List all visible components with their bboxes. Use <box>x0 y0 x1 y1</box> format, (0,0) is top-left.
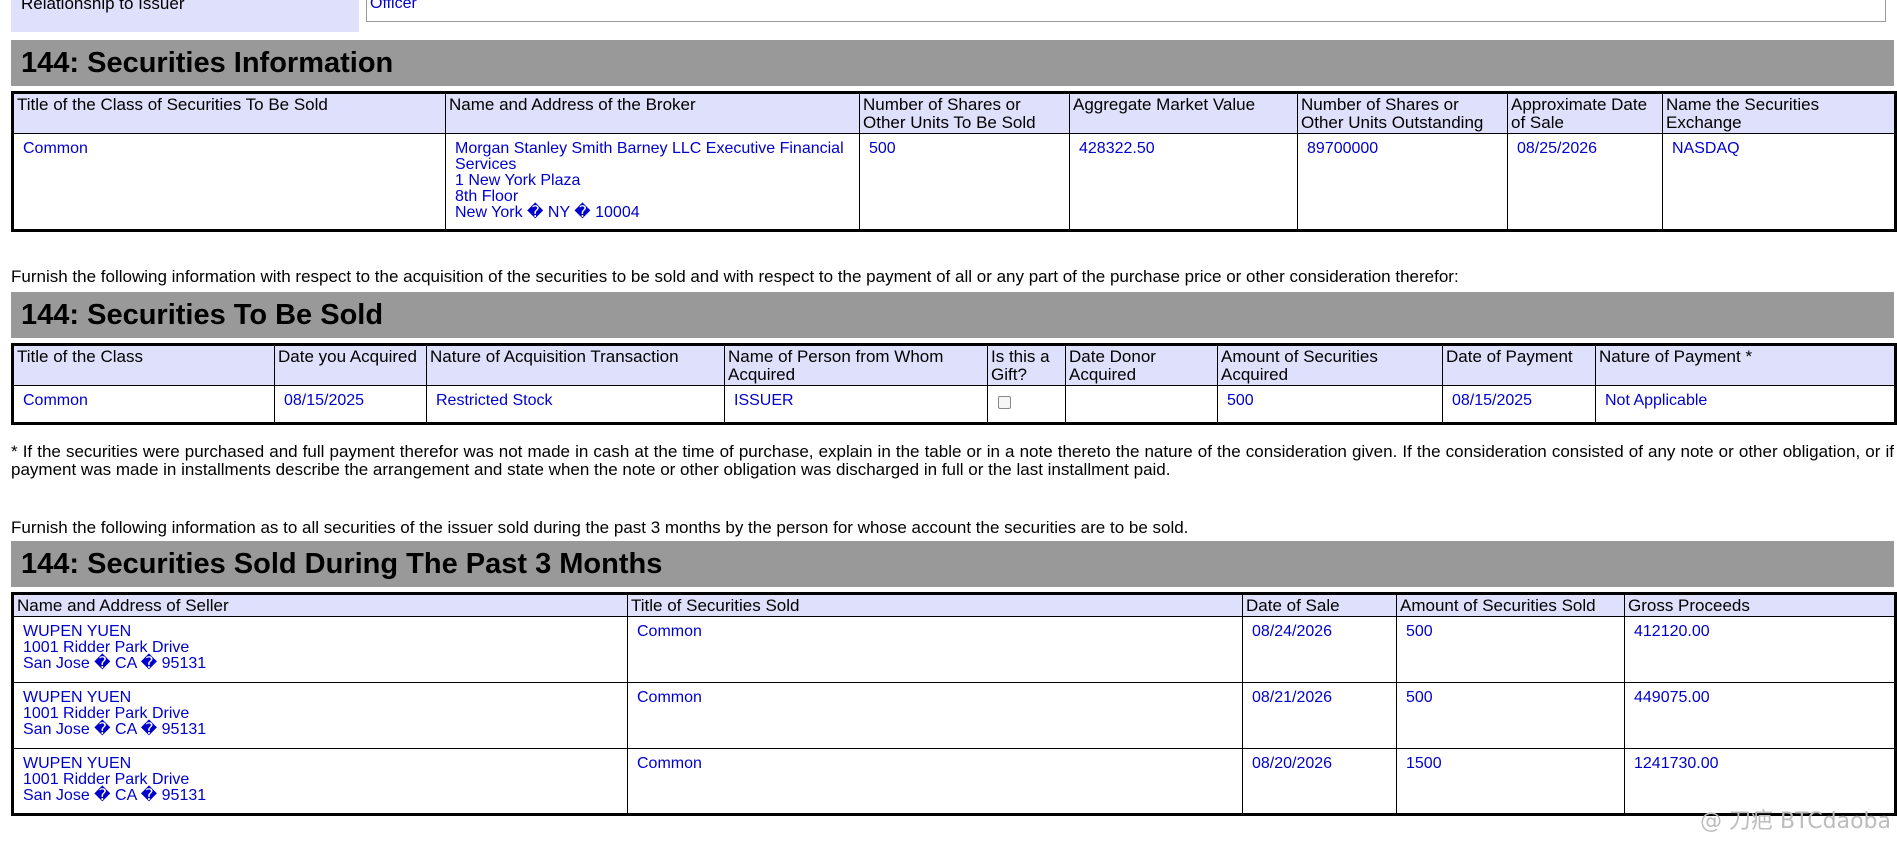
seller-address-line: 1001 Ridder Park Drive <box>23 639 190 656</box>
sale-date-cell: 08/25/2026 <box>1507 133 1663 231</box>
sale-date-cell: 08/21/2026 <box>1242 682 1397 749</box>
column-header: Aggregate Market Value <box>1069 92 1298 134</box>
shares-cell: 500 <box>859 133 1070 231</box>
column-header: Name and Address of the Broker <box>445 92 860 134</box>
title-cell: Common <box>627 748 1243 815</box>
column-header: Amount of Securities Acquired <box>1217 344 1443 386</box>
table-row: WUPEN YUEN 1001 Ridder Park Drive San Jo… <box>12 616 1896 683</box>
securities-information-heading: 144: Securities Information <box>11 40 1894 86</box>
column-header: Nature of Acquisition Transaction <box>426 344 725 386</box>
broker-cell: Morgan Stanley Smith Barney LLC Executiv… <box>445 133 860 231</box>
securities-sold-past-3-months-table: Name and Address of Seller Title of Secu… <box>11 592 1897 816</box>
column-header: Date of Sale <box>1242 593 1397 617</box>
amount-cell: 500 <box>1396 616 1625 683</box>
securities-to-be-sold-table: Title of the Class Date you Acquired Nat… <box>11 343 1897 425</box>
column-header: Title of Securities Sold <box>627 593 1243 617</box>
broker-address-line: New York � NY � 10004 <box>455 204 640 221</box>
column-header: Number of Shares or Other Units Outstand… <box>1297 92 1508 134</box>
amount-cell: 500 <box>1396 682 1625 749</box>
outstanding-cell: 89700000 <box>1297 133 1508 231</box>
column-header: Date of Payment <box>1442 344 1596 386</box>
column-header: Date you Acquired <box>274 344 427 386</box>
table-row: Common Morgan Stanley Smith Barney LLC E… <box>12 133 1896 231</box>
securities-information-table: Title of the Class of Securities To Be S… <box>11 91 1897 232</box>
securities-to-be-sold-heading: 144: Securities To Be Sold <box>11 292 1894 338</box>
column-header: Is this a Gift? <box>987 344 1066 386</box>
column-header: Date Donor Acquired <box>1065 344 1218 386</box>
seller-address-line: San Jose � CA � 95131 <box>23 787 207 804</box>
broker-address-line: 1 New York Plaza <box>455 172 581 189</box>
column-header: Number of Shares or Other Units To Be So… <box>859 92 1070 134</box>
relationship-label: Relationship to Issuer <box>11 0 359 32</box>
seller-address-line: 1001 Ridder Park Drive <box>23 705 190 722</box>
column-header: Name and Address of Seller <box>12 593 628 617</box>
date-acquired-cell: 08/15/2025 <box>274 385 427 424</box>
table-header-row: Name and Address of Seller Title of Secu… <box>12 593 1896 617</box>
watermark-text: @ 刀疤 BTCdaoba <box>1700 809 1891 834</box>
nature-cell: Restricted Stock <box>426 385 725 424</box>
payment-date-cell: 08/15/2025 <box>1442 385 1596 424</box>
seller-cell: WUPEN YUEN 1001 Ridder Park Drive San Jo… <box>12 682 628 749</box>
proceeds-cell: 449075.00 <box>1624 682 1896 749</box>
title-cell: Common <box>627 616 1243 683</box>
table-header-row: Title of the Class of Securities To Be S… <box>12 92 1896 134</box>
seller-cell: WUPEN YUEN 1001 Ridder Park Drive San Jo… <box>12 748 628 815</box>
payment-nature-cell: Not Applicable <box>1595 385 1896 424</box>
proceeds-cell: 412120.00 <box>1624 616 1896 683</box>
column-header: Amount of Securities Sold <box>1396 593 1625 617</box>
table-row: Common 08/15/2025 Restricted Stock ISSUE… <box>12 385 1896 424</box>
seller-address-line: 1001 Ridder Park Drive <box>23 771 190 788</box>
column-header: Nature of Payment * <box>1595 344 1896 386</box>
donor-date-cell <box>1065 385 1218 424</box>
securities-sold-past-3-months-heading: 144: Securities Sold During The Past 3 M… <box>11 541 1894 587</box>
class-cell: Common <box>12 385 275 424</box>
broker-name: Morgan Stanley Smith Barney LLC Executiv… <box>455 140 844 173</box>
column-header: Gross Proceeds <box>1624 593 1896 617</box>
column-header: Title of the Class of Securities To Be S… <box>12 92 446 134</box>
seller-cell: WUPEN YUEN 1001 Ridder Park Drive San Jo… <box>12 616 628 683</box>
title-cell: Common <box>627 682 1243 749</box>
sale-date-cell: 08/20/2026 <box>1242 748 1397 815</box>
class-cell: Common <box>12 133 446 231</box>
table-row: WUPEN YUEN 1001 Ridder Park Drive San Jo… <box>12 748 1896 815</box>
footnote-text: * If the securities were purchased and f… <box>11 442 1894 479</box>
gift-checkbox[interactable] <box>998 396 1011 409</box>
column-header: Name the Securities Exchange <box>1662 92 1896 134</box>
relationship-value: Officer <box>366 0 1886 22</box>
person-cell: ISSUER <box>724 385 988 424</box>
seller-name: WUPEN YUEN <box>23 689 132 706</box>
column-header: Name of Person from Whom Acquired <box>724 344 988 386</box>
table-row: WUPEN YUEN 1001 Ridder Park Drive San Jo… <box>12 682 1896 749</box>
relationship-row: Relationship to Issuer Officer <box>11 0 1894 32</box>
amount-cell: 500 <box>1217 385 1443 424</box>
table-header-row: Title of the Class Date you Acquired Nat… <box>12 344 1896 386</box>
broker-address-line: 8th Floor <box>455 188 519 205</box>
form-144-page: Relationship to Issuer Officer 144: Secu… <box>11 0 1897 816</box>
column-header: Approximate Date of Sale <box>1507 92 1663 134</box>
gift-cell <box>987 385 1066 424</box>
amount-cell: 1500 <box>1396 748 1625 815</box>
column-header: Title of the Class <box>12 344 275 386</box>
market-value-cell: 428322.50 <box>1069 133 1298 231</box>
seller-address-line: San Jose � CA � 95131 <box>23 655 207 672</box>
furnish-past-sales-text: Furnish the following information as to … <box>11 518 1189 537</box>
furnish-acquisition-text: Furnish the following information with r… <box>11 267 1459 286</box>
sale-date-cell: 08/24/2026 <box>1242 616 1397 683</box>
seller-name: WUPEN YUEN <box>23 623 132 640</box>
seller-name: WUPEN YUEN <box>23 755 132 772</box>
exchange-cell: NASDAQ <box>1662 133 1896 231</box>
seller-address-line: San Jose � CA � 95131 <box>23 721 207 738</box>
